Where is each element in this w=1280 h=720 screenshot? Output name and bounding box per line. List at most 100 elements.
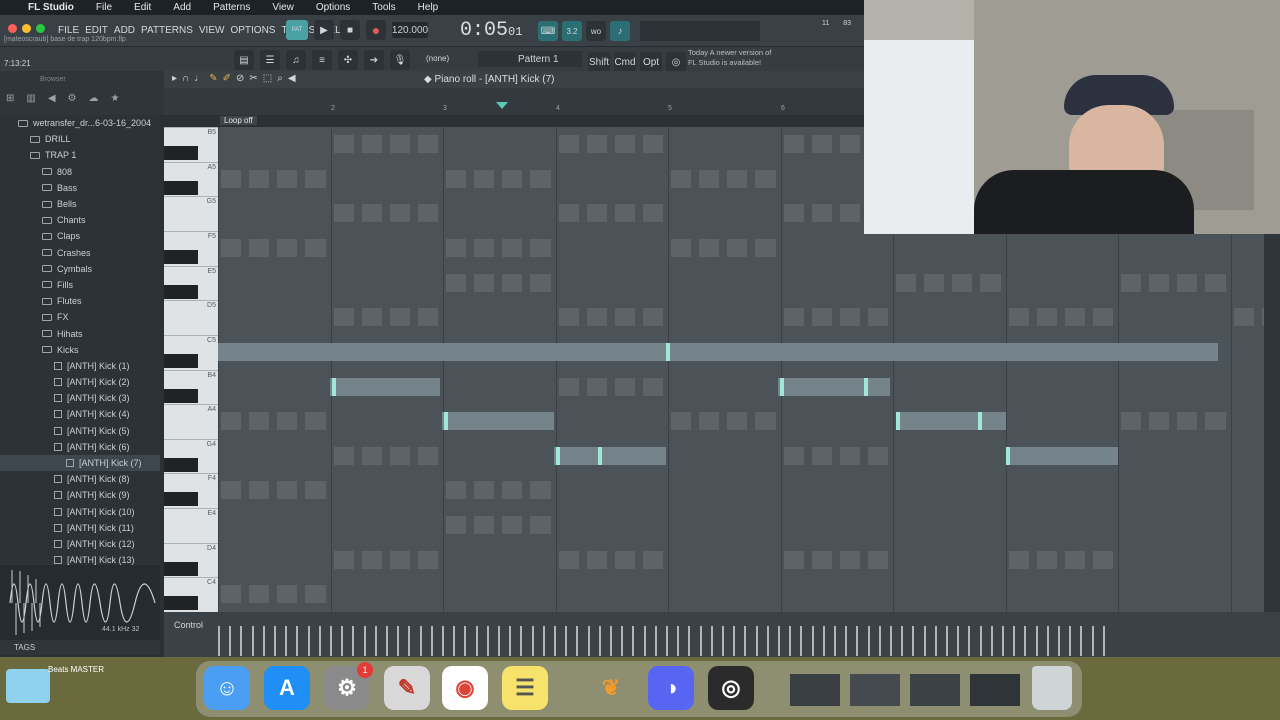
browser-folder[interactable]: Bells [0,196,160,212]
playlist-icon[interactable]: ▤ [234,50,254,70]
browser-options-icon[interactable]: ⊞ [6,93,14,104]
grid-cell[interactable] [333,204,354,223]
cmd-key[interactable]: Cmd [614,52,636,72]
grid-cell[interactable] [530,516,551,535]
browser-file[interactable]: [ANTH] Kick (4) [0,406,160,422]
velocity-bar[interactable] [1002,626,1004,656]
grid-cell[interactable] [1064,550,1085,569]
grid-cell[interactable] [614,550,635,569]
velocity-bar[interactable] [318,626,321,656]
browser-folder[interactable]: Fills [0,277,160,293]
grid-cell[interactable] [389,135,410,153]
grid-cell[interactable] [1149,273,1170,292]
browser-folder[interactable]: TRAP 1 [0,147,160,163]
velocity-bar[interactable] [890,626,892,656]
velocity-bar[interactable] [486,626,489,656]
browser-file[interactable]: [ANTH] Kick (2) [0,374,160,390]
velocity-bar[interactable] [296,626,299,656]
grid-cell[interactable] [671,238,692,257]
note-block[interactable] [778,377,890,396]
note-start-marker[interactable] [666,342,670,361]
grid-cell[interactable] [614,204,635,223]
opt-key[interactable]: Opt [640,52,662,72]
velocity-bar[interactable] [1058,626,1060,656]
browser-file[interactable]: [ANTH] Kick (12) [0,536,160,552]
menu-tools[interactable]: Tools [372,2,395,13]
velocity-bar[interactable] [878,626,881,656]
browser-file[interactable]: [ANTH] Kick (13) [0,552,160,565]
velocity-bar[interactable] [856,626,859,656]
grid-cell[interactable] [389,204,410,223]
grid-cell[interactable] [361,204,382,223]
velocity-bar[interactable] [990,626,993,656]
grid-cell[interactable] [1177,412,1198,431]
velocity-bar[interactable] [755,626,758,656]
velocity-bar[interactable] [464,626,467,656]
velocity-bar[interactable] [397,626,400,656]
grid-cell[interactable] [530,273,551,292]
velocity-bar[interactable] [554,626,556,656]
browser-star-icon[interactable]: ★ [111,93,120,104]
grid-cell[interactable] [1233,308,1254,327]
velocity-bar[interactable] [822,626,825,656]
velocity-bar[interactable] [901,626,904,656]
grid-cell[interactable] [783,446,804,465]
fl-menu-view[interactable]: VIEW [199,25,225,36]
grid-cell[interactable] [446,169,467,188]
velocity-bar[interactable] [968,626,971,656]
zoom-window-button[interactable] [36,24,45,33]
browser-folder[interactable]: Crashes [0,245,160,261]
grid-cell[interactable] [305,585,326,604]
velocity-bar[interactable] [498,626,500,656]
velocity-bar[interactable] [946,626,948,656]
grid-cell[interactable] [389,550,410,569]
grid-cell[interactable] [530,169,551,188]
velocity-bar[interactable] [1013,626,1016,656]
grid-cell[interactable] [811,204,832,223]
note-start-marker[interactable] [780,377,784,396]
grid-cell[interactable] [305,238,326,257]
black-key[interactable] [164,353,198,368]
browser-folder[interactable]: DRILL [0,131,160,147]
fl-menu-add[interactable]: ADD [114,25,135,36]
velocity-bar[interactable] [218,626,220,656]
grid-cell[interactable] [783,308,804,327]
grid-cell[interactable] [502,169,523,188]
grid-cell[interactable] [277,481,298,500]
black-key[interactable] [164,180,198,195]
velocity-bar[interactable] [957,626,960,656]
grid-cell[interactable] [1092,308,1113,327]
typing-keyboard-icon[interactable]: ⌨ [538,21,558,41]
grid-cell[interactable] [1036,550,1057,569]
black-key[interactable] [164,284,198,299]
grid-cell[interactable] [614,135,635,153]
grid-cell[interactable] [474,481,495,500]
grid-cell[interactable] [221,238,242,257]
velocity-bar[interactable] [1024,626,1027,656]
velocity-bar[interactable] [632,626,635,656]
next-icon[interactable]: ➔ [364,50,384,70]
velocity-bar[interactable] [386,626,388,656]
pat-song-toggle[interactable]: PAT [286,20,308,40]
grid-cell[interactable] [811,135,832,153]
menu-edit[interactable]: Edit [134,2,151,13]
grid-cell[interactable] [699,412,720,431]
obs-icon[interactable]: ◎ [708,666,754,710]
grid-cell[interactable] [361,135,382,153]
grid-cell[interactable] [558,377,579,396]
note-start-marker[interactable] [444,412,448,431]
velocity-bar[interactable] [934,626,937,656]
menu-options[interactable]: Options [316,2,350,13]
timeline-ruler[interactable]: 2 3 4 5 6 [164,88,864,115]
draw-tool-icon[interactable]: ✎ [209,73,217,84]
discord-icon[interactable]: ◑ [648,666,694,710]
browser-file[interactable]: [ANTH] Kick (5) [0,423,160,439]
grid-cell[interactable] [502,273,523,292]
app-store-icon[interactable]: A [264,666,310,710]
velocity-bar[interactable] [699,626,702,656]
grid-cell[interactable] [1149,412,1170,431]
grid-cell[interactable] [417,204,438,223]
grid-cell[interactable] [642,308,663,327]
browser-file[interactable]: [ANTH] Kick (10) [0,504,160,520]
stamp-icon[interactable]: ♩ [194,73,204,84]
